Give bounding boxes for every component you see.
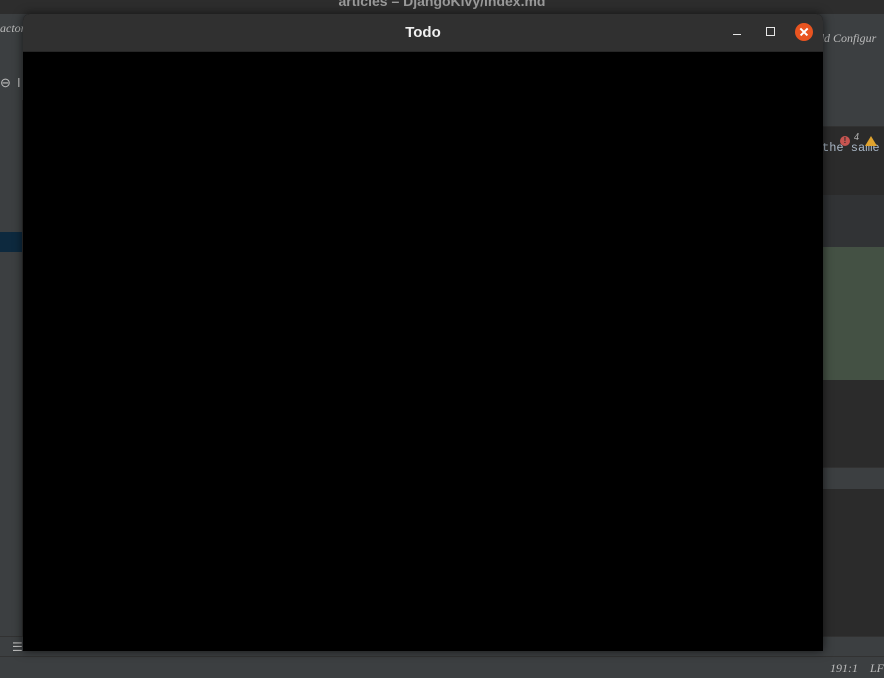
close-button[interactable] [795, 23, 813, 41]
error-icon: ! [840, 135, 850, 146]
todo-window: Todo [23, 14, 823, 651]
ide-menu-item-partial[interactable]: actor [0, 21, 25, 36]
caret-position[interactable]: 191:1 [830, 661, 858, 676]
ide-titlebar[interactable]: articles – DjangoKivy/index.md [0, 0, 884, 14]
editor-highlight-band [822, 195, 884, 247]
editor-lower-area [822, 380, 884, 467]
editor-breadcrumb-bar [822, 467, 884, 491]
error-count: 4 [854, 132, 859, 143]
project-tree-selected-row[interactable] [0, 232, 22, 252]
minimize-button[interactable] [728, 23, 746, 41]
target-icon[interactable]: ⊖ [0, 76, 11, 89]
layers-icon[interactable]: ☰ [12, 641, 23, 653]
bottom-panel [822, 489, 884, 636]
maximize-button[interactable] [762, 23, 780, 41]
desktop: articles – DjangoKivy/index.md actor dd … [0, 0, 884, 678]
line-separator-indicator[interactable]: LF [870, 661, 884, 676]
editor-diff-added-block [822, 247, 884, 380]
ide-window-title: articles – DjangoKivy/index.md [338, 0, 546, 9]
inspection-widget[interactable]: ! 4 [840, 132, 877, 148]
warning-icon [865, 135, 877, 146]
todo-canvas[interactable] [23, 52, 823, 651]
run-configuration-selector[interactable]: dd Configur [818, 31, 876, 46]
project-tool-strip [0, 100, 23, 636]
todo-window-title: Todo [405, 24, 441, 41]
collapse-icon[interactable]: I [17, 76, 21, 89]
editor-tab-bar [822, 100, 884, 127]
ide-statusbar: 191:1 LF [0, 656, 884, 678]
todo-titlebar[interactable]: Todo [23, 14, 823, 52]
